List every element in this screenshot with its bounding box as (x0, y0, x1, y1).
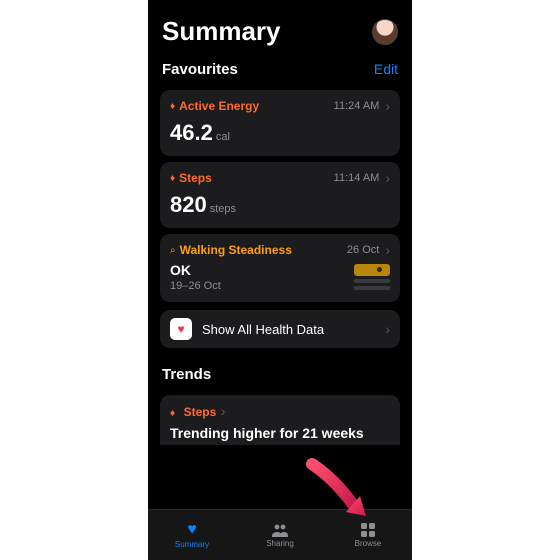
show-all-label: Show All Health Data (202, 322, 379, 337)
card-value: 820 (170, 192, 207, 218)
tab-browse[interactable]: Browse (324, 510, 412, 560)
grid-icon (361, 523, 375, 537)
favourite-card-walking-steadiness[interactable]: ⌕ Walking Steadiness 26 Oct › OK 19–26 O… (160, 234, 400, 302)
people-icon (270, 523, 290, 537)
card-timestamp: 26 Oct (347, 244, 379, 256)
card-title: Steps (184, 405, 217, 419)
flame-icon: ♦ (170, 408, 175, 419)
favourites-header: Favourites Edit (148, 55, 412, 84)
flame-icon: ♦ (170, 101, 175, 112)
tab-sharing[interactable]: Sharing (236, 510, 324, 560)
card-title: Active Energy (179, 99, 259, 113)
card-timestamp: 11:24 AM (334, 100, 380, 112)
trends-header: Trends (148, 354, 412, 389)
tab-label: Sharing (266, 539, 294, 548)
app-window: Summary Favourites Edit ♦ Active Energy … (148, 0, 412, 560)
header: Summary (148, 0, 412, 55)
page-title: Summary (162, 16, 281, 47)
card-unit: cal (216, 131, 230, 143)
chevron-right-icon: › (385, 321, 390, 337)
chevron-right-icon: › (385, 98, 390, 114)
gauge-icon: ⌕ (170, 245, 176, 256)
avatar[interactable] (372, 19, 398, 45)
tab-label: Browse (355, 539, 382, 548)
chevron-right-icon: › (385, 242, 390, 258)
card-title: Steps (179, 171, 212, 185)
trend-summary: Trending higher for 21 weeks (170, 425, 390, 441)
chevron-right-icon: › (221, 403, 226, 419)
tab-summary[interactable]: ♥ Summary (148, 510, 236, 560)
card-unit: steps (210, 203, 236, 215)
card-timestamp: 11:14 AM (334, 172, 380, 184)
chevron-right-icon: › (385, 170, 390, 186)
card-value: 46.2 (170, 120, 213, 146)
favourites-title: Favourites (162, 61, 238, 78)
card-title: Walking Steadiness (180, 243, 292, 257)
tab-bar: ♥ Summary Sharing Browse (148, 509, 412, 560)
health-app-icon: ♥ (170, 318, 192, 340)
trends-title: Trends (162, 366, 211, 383)
heart-icon: ♥ (187, 522, 197, 538)
flame-icon: ♦ (170, 173, 175, 184)
trend-card-steps[interactable]: ♦ Steps › Trending higher for 21 weeks (160, 395, 400, 445)
tab-label: Summary (175, 540, 209, 549)
show-all-health-data-button[interactable]: ♥ Show All Health Data › (160, 310, 400, 348)
steadiness-chart-icon (354, 264, 390, 290)
favourite-card-active-energy[interactable]: ♦ Active Energy 11:24 AM › 46.2 cal (160, 90, 400, 156)
favourite-card-steps[interactable]: ♦ Steps 11:14 AM › 820 steps (160, 162, 400, 228)
edit-button[interactable]: Edit (374, 61, 398, 77)
